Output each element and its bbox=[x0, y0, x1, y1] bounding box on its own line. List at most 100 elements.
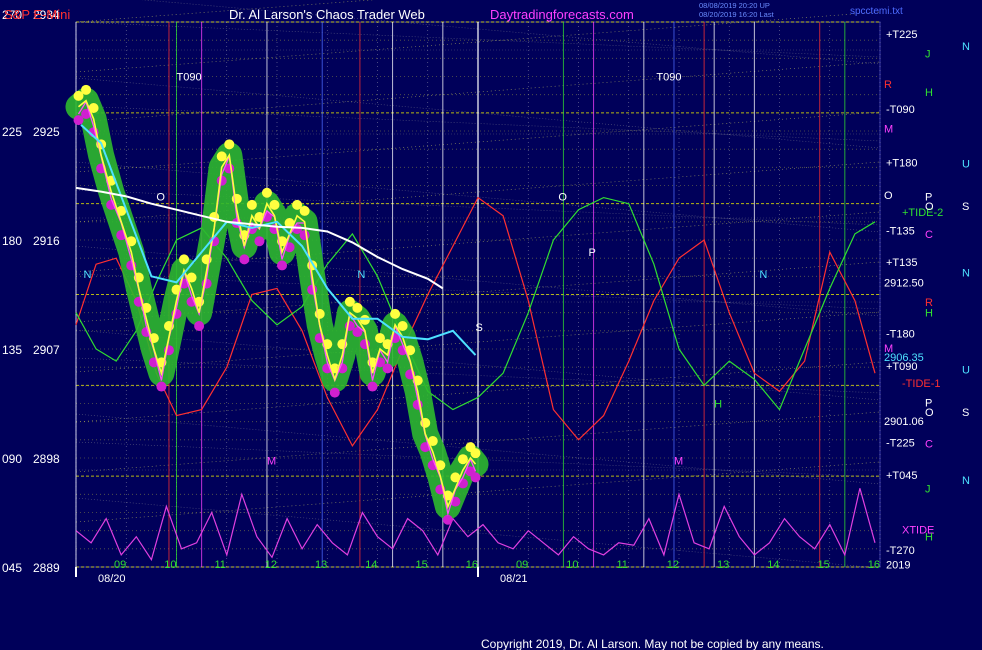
price-low-dot bbox=[194, 320, 205, 331]
update-stamp: 08/08/2019 20:20 UP bbox=[699, 1, 770, 10]
planet-letter: U bbox=[962, 365, 970, 377]
price-low-dot bbox=[382, 363, 393, 374]
price-high-dot bbox=[457, 454, 468, 465]
chart-annotation: T090 bbox=[656, 72, 681, 84]
planet-letter: J bbox=[925, 48, 931, 60]
right-axis-label: +T180 bbox=[886, 157, 918, 169]
hour-tick-label: 15 bbox=[818, 559, 830, 571]
price-high-dot bbox=[269, 199, 280, 210]
price-high-dot bbox=[299, 205, 310, 216]
planet-letter: U bbox=[962, 159, 970, 171]
site-title: Dr. Al Larson's Chaos Trader Web bbox=[229, 7, 425, 22]
planet-letter: C bbox=[925, 229, 933, 241]
price-high-dot bbox=[224, 139, 235, 150]
planet-letter: H bbox=[925, 87, 933, 99]
price-low-dot bbox=[156, 381, 167, 392]
hour-tick-label: 15 bbox=[416, 559, 428, 571]
left-angle-label: 225 bbox=[2, 125, 22, 139]
hour-tick-label: 13 bbox=[717, 559, 729, 571]
price-low-dot bbox=[254, 236, 265, 247]
chart-annotation: H bbox=[714, 399, 722, 411]
right-axis-label: +T045 bbox=[886, 470, 918, 482]
price-high-dot bbox=[470, 448, 481, 459]
right-axis-label: +T225 bbox=[886, 29, 918, 41]
planet-letter: R bbox=[884, 79, 892, 91]
price-high-dot bbox=[246, 199, 257, 210]
right-axis-label: +TIDE-2 bbox=[902, 207, 943, 219]
chart-annotation: M bbox=[674, 455, 683, 467]
right-axis-label: -TIDE-1 bbox=[902, 378, 941, 390]
date-label: 08/20 bbox=[98, 573, 126, 585]
left-angle-label: 180 bbox=[2, 234, 22, 248]
chart-annotation: O bbox=[156, 191, 165, 203]
hour-tick-label: 16 bbox=[868, 559, 880, 571]
planet-letter: O bbox=[884, 190, 893, 202]
price-mark-label: 2901.06 bbox=[884, 416, 924, 428]
chart-annotation: M bbox=[267, 455, 276, 467]
left-price-label: 2916 bbox=[33, 234, 60, 248]
price-high-dot bbox=[179, 254, 190, 265]
copyright: Copyright 2019, Dr. Al Larson. May not b… bbox=[481, 637, 824, 650]
chart-annotation: S bbox=[475, 322, 482, 334]
left-angle-label: 135 bbox=[2, 343, 22, 357]
right-axis-label: 2019 bbox=[886, 560, 910, 572]
planet-letter: O bbox=[925, 407, 934, 419]
chart-annotation: O bbox=[558, 191, 567, 203]
right-axis-label: -T135 bbox=[886, 225, 915, 237]
right-axis-label: +T135 bbox=[886, 257, 918, 269]
hour-tick-label: 14 bbox=[365, 559, 377, 571]
chart-annotation: N bbox=[84, 269, 92, 281]
price-low-dot bbox=[299, 230, 310, 241]
planet-letter: H bbox=[925, 308, 933, 320]
chart-annotation: N bbox=[759, 269, 767, 281]
price-low-dot bbox=[470, 472, 481, 483]
planet-letter: H bbox=[925, 532, 933, 544]
price-high-dot bbox=[231, 193, 242, 204]
last-stamp: 08/20/2019 16:20 Last bbox=[699, 10, 775, 19]
price-high-dot bbox=[397, 320, 408, 331]
left-price-label: 2898 bbox=[33, 452, 60, 466]
hour-tick-label: 10 bbox=[566, 559, 578, 571]
price-low-dot bbox=[239, 254, 250, 265]
right-axis-label: -T225 bbox=[886, 437, 915, 449]
planet-letter: S bbox=[962, 407, 969, 419]
chaos-chart: 270 2934225 2925180 2916135 2907090 2898045 28… bbox=[0, 0, 982, 650]
file-name: spcctemi.txt bbox=[850, 6, 903, 17]
price-high-dot bbox=[359, 314, 370, 325]
hour-tick-label: 09 bbox=[114, 559, 126, 571]
price-high-dot bbox=[314, 308, 325, 319]
hour-tick-label: 10 bbox=[164, 559, 176, 571]
planet-letter: M bbox=[884, 124, 893, 136]
date-label: 08/21 bbox=[500, 573, 528, 585]
price-high-dot bbox=[261, 187, 272, 198]
price-low-dot bbox=[277, 260, 288, 271]
hour-tick-label: 11 bbox=[617, 559, 628, 571]
price-high-dot bbox=[81, 84, 92, 95]
site-url[interactable]: Daytradingforecasts.com bbox=[490, 7, 634, 22]
planet-letter: N bbox=[962, 475, 970, 487]
hour-tick-label: 12 bbox=[265, 559, 277, 571]
hour-tick-label: 11 bbox=[215, 559, 226, 571]
price-low-dot bbox=[329, 387, 340, 398]
left-angle-label: 090 bbox=[2, 452, 22, 466]
price-high-dot bbox=[390, 308, 401, 319]
planet-letter: N bbox=[962, 268, 970, 280]
chart-annotation: N bbox=[357, 269, 365, 281]
planet-letter: J bbox=[925, 483, 931, 495]
planet-letter: C bbox=[925, 438, 933, 450]
hour-tick-label: 14 bbox=[767, 559, 779, 571]
price-high-dot bbox=[352, 302, 363, 313]
price-mark-label: 2912.50 bbox=[884, 277, 924, 289]
right-axis-label: -T090 bbox=[886, 104, 915, 116]
planet-letter: S bbox=[962, 201, 969, 213]
hour-tick-label: 09 bbox=[516, 559, 528, 571]
planet-letter: N bbox=[962, 41, 970, 53]
hour-tick-label: 16 bbox=[466, 559, 478, 571]
hour-tick-label: 13 bbox=[315, 559, 327, 571]
price-high-dot bbox=[216, 151, 227, 162]
left-price-label: 2889 bbox=[33, 561, 60, 575]
planet-letter: O bbox=[925, 201, 934, 213]
chart-annotation: P bbox=[589, 247, 596, 259]
left-price-label: 2925 bbox=[33, 125, 60, 139]
left-angle-label: 045 bbox=[2, 561, 22, 575]
